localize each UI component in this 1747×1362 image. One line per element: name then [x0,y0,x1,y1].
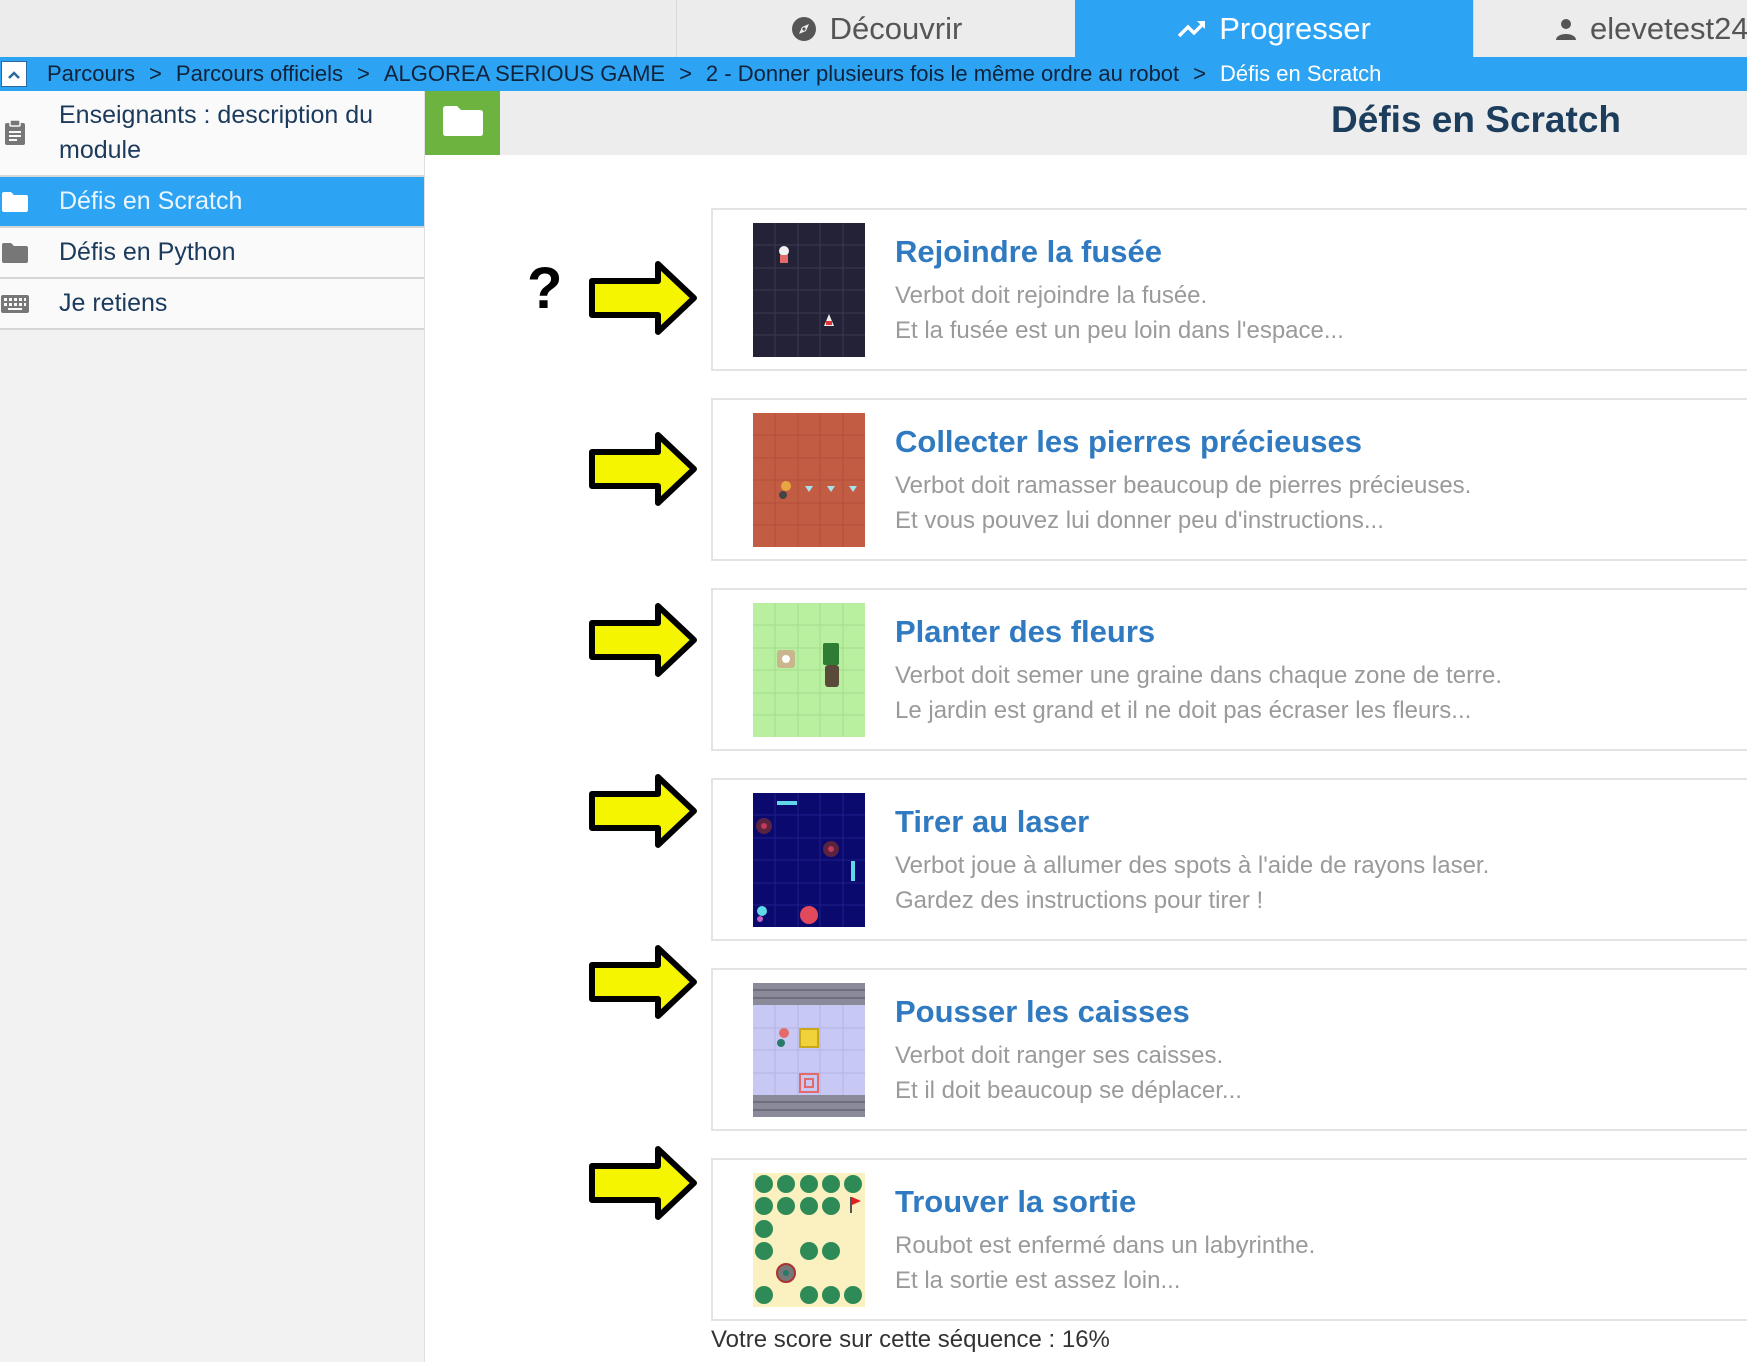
breadcrumb-separator: > [1193,61,1207,86]
crates-level-thumbnail [753,983,865,1117]
challenge-description: Verbot doit ramasser beaucoup de pierres… [895,472,1472,499]
challenge-description: Gardez des instructions pour tirer ! [895,887,1264,914]
content-header: Défis en Scratch [425,91,1747,155]
tab-progress[interactable]: Progresser [1075,0,1473,57]
laser-level-thumbnail [753,793,865,927]
folder-icon [0,191,30,213]
user-menu[interactable]: elevetest241 [1473,0,1747,57]
keyboard-icon [0,294,30,313]
breadcrumb-separator: > [149,61,162,86]
sidebar-item-retain[interactable]: Je retiens [0,279,424,330]
breadcrumb-separator: > [679,61,692,86]
page-title: Défis en Scratch [1331,99,1621,140]
breadcrumb-item-parcours-officiels[interactable]: Parcours officiels [176,61,343,87]
challenge-title[interactable]: Rejoindre la fusée [895,234,1162,270]
user-icon [1554,17,1578,41]
challenge-title[interactable]: Planter des fleurs [895,614,1155,650]
challenge-title[interactable]: Tirer au laser [895,804,1089,840]
clipboard-icon [0,120,30,146]
challenge-description: Le jardin est grand et il ne doit pas éc… [895,697,1472,724]
challenge-description: Verbot doit rejoindre la fusée. [895,282,1208,309]
challenge-description: Et vous pouvez lui donner peu d'instruct… [895,507,1384,534]
challenge-description: Et il doit beaucoup se déplacer... [895,1077,1242,1104]
challenge-description: Verbot doit semer une graine dans chaque… [895,662,1503,689]
arrow-icon [589,945,697,1019]
trending-up-icon [1177,18,1207,40]
sidebar-item-label: Défis en Python [59,238,236,266]
sidebar-item-scratch[interactable]: Défis en Scratch [0,177,424,228]
arrow-icon [589,774,697,848]
top-navigation-bar: Découvrir Progresser elevetest241 [0,0,1747,57]
challenge-card-maze[interactable]: Trouver la sortie Roubot est enfermé dan… [711,1158,1747,1321]
folder-badge [425,91,500,155]
challenge-description: Verbot doit ranger ses caisses. [895,1042,1224,1069]
user-name: elevetest241 [1590,10,1747,46]
sidebar: Enseignants : description du module Défi… [0,91,425,1362]
arrow-icon [589,1146,697,1220]
sequence-score: Votre score sur cette séquence : 16% [711,1326,1110,1353]
challenge-description: Roubot est enfermé dans un labyrinthe. [895,1232,1316,1259]
breadcrumb: Parcours > Parcours officiels > ALGOREA … [0,57,1747,91]
folder-icon [442,105,484,142]
sidebar-item-teachers[interactable]: Enseignants : description du module [0,91,424,177]
breadcrumb-item-algorea[interactable]: ALGOREA SERIOUS GAME [384,61,665,87]
challenge-title[interactable]: Collecter les pierres précieuses [895,424,1362,460]
breadcrumb-item-parcours[interactable]: Parcours [47,61,135,87]
tab-discover-label: Découvrir [829,10,963,46]
tab-discover[interactable]: Découvrir [676,0,1075,57]
breadcrumb-current: Défis en Scratch [1220,61,1382,86]
challenge-title[interactable]: Pousser les caisses [895,994,1190,1030]
sidebar-item-python[interactable]: Défis en Python [0,228,424,279]
challenge-description: Verbot joue à allumer des spots à l'aide… [895,852,1490,879]
tab-progress-label: Progresser [1219,10,1371,46]
space-level-thumbnail [753,223,865,357]
challenge-card-crates[interactable]: Pousser les caisses Verbot doit ranger s… [711,968,1747,1131]
challenge-title[interactable]: Trouver la sortie [895,1184,1136,1220]
chevron-up-icon [6,61,22,87]
challenge-card-laser[interactable]: Tirer au laser Verbot joue à allumer des… [711,778,1747,941]
arrow-icon [589,432,697,506]
garden-level-thumbnail [753,603,865,737]
sidebar-item-label: Enseignants : description du module [59,101,374,164]
challenge-description: Et la sortie est assez loin... [895,1267,1181,1294]
collapse-toggle-button[interactable] [1,61,27,87]
gems-level-thumbnail [753,413,865,547]
challenge-description: Et la fusée est un peu loin dans l'espac… [895,317,1344,344]
breadcrumb-separator: > [357,61,370,86]
challenge-card-gems[interactable]: Collecter les pierres précieuses Verbot … [711,398,1747,561]
breadcrumb-item-chapter[interactable]: 2 - Donner plusieurs fois le même ordre … [706,61,1179,87]
sidebar-item-label: Je retiens [59,289,168,317]
arrow-icon [589,261,697,335]
challenge-card-rocket[interactable]: Rejoindre la fusée Verbot doit rejoindre… [711,208,1747,371]
compass-icon [790,15,818,43]
challenge-card-flowers[interactable]: Planter des fleurs Verbot doit semer une… [711,588,1747,751]
sidebar-item-label: Défis en Scratch [59,187,243,215]
arrow-icon [589,603,697,677]
question-mark: ? [527,256,563,321]
maze-level-thumbnail [753,1173,865,1307]
folder-icon [0,242,30,264]
